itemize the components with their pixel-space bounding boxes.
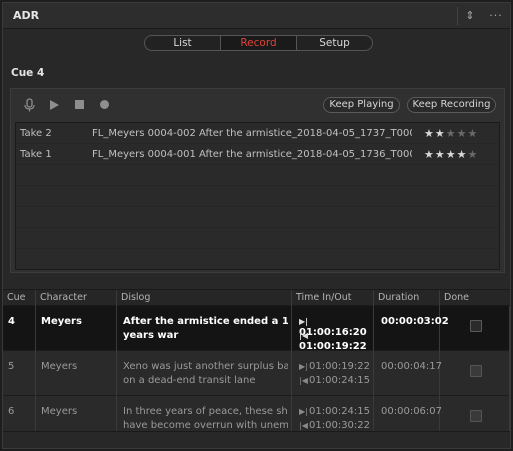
header-time-in-out[interactable]: Time In/Out bbox=[292, 290, 374, 307]
record-icon[interactable] bbox=[97, 98, 111, 112]
character-name: Meyers bbox=[41, 361, 78, 372]
table-row[interactable]: 5 Meyers Xeno was just another surplus b… bbox=[3, 351, 510, 396]
cue-table: Cue Character Dislog Time In/Out Duratio… bbox=[3, 289, 510, 441]
tab-list[interactable]: List bbox=[145, 36, 221, 50]
star-icon[interactable]: ★ bbox=[435, 127, 446, 140]
star-icon[interactable]: ★ bbox=[468, 127, 479, 140]
star-icon[interactable]: ★ bbox=[424, 127, 435, 140]
table-footer bbox=[3, 431, 510, 448]
mark-in-icon: ▶| bbox=[299, 407, 308, 416]
take-name: Take 2 bbox=[20, 128, 52, 139]
mark-out-icon: |◀ bbox=[299, 421, 308, 430]
cue-number: 5 bbox=[8, 361, 15, 372]
duration: 00:00:03:02 bbox=[381, 316, 449, 327]
stop-icon[interactable] bbox=[72, 98, 86, 112]
play-icon[interactable] bbox=[47, 98, 61, 112]
more-options-icon[interactable]: ··· bbox=[487, 8, 505, 24]
mark-out-icon: |◀ bbox=[299, 376, 308, 385]
done-checkbox[interactable] bbox=[470, 365, 482, 377]
time-out: |◀01:00:30:22 bbox=[299, 420, 371, 431]
cue-number: 6 bbox=[8, 406, 15, 417]
star-icon[interactable]: ★ bbox=[446, 127, 457, 140]
header-done[interactable]: Done bbox=[440, 290, 510, 307]
transport-controls: Keep Playing Keep Recording bbox=[11, 89, 504, 120]
cue-number: 4 bbox=[8, 316, 15, 327]
title-divider bbox=[457, 7, 458, 25]
adr-panel: ADR ⇕ ··· List Record Setup Cue 4 Keep P… bbox=[2, 2, 511, 449]
star-icon[interactable]: ★ bbox=[424, 148, 435, 161]
expand-collapse-icon[interactable]: ⇕ bbox=[461, 8, 479, 24]
done-checkbox[interactable] bbox=[470, 320, 482, 332]
character-name: Meyers bbox=[41, 406, 78, 417]
star-rating[interactable]: ★★★★★ bbox=[424, 144, 478, 165]
done-checkbox[interactable] bbox=[470, 410, 482, 422]
star-icon[interactable]: ★ bbox=[468, 148, 479, 161]
header-cue[interactable]: Cue bbox=[3, 290, 36, 307]
keep-playing-button[interactable]: Keep Playing bbox=[323, 97, 400, 113]
star-icon[interactable]: ★ bbox=[446, 148, 457, 161]
mode-tabs: List Record Setup bbox=[144, 35, 373, 51]
character-name: Meyers bbox=[41, 316, 82, 327]
time-out: |◀01:00:24:15 bbox=[299, 375, 371, 386]
duration: 00:00:04:17 bbox=[381, 361, 443, 372]
tab-record[interactable]: Record bbox=[221, 36, 297, 50]
microphone-icon[interactable] bbox=[23, 98, 37, 112]
dialog-text: Xeno was just another surplus base on a d… bbox=[123, 361, 288, 386]
header-dialog[interactable]: Dislog bbox=[117, 290, 292, 307]
cue-title: Cue 4 bbox=[11, 67, 45, 79]
star-icon[interactable]: ★ bbox=[457, 127, 468, 140]
table-header: Cue Character Dislog Time In/Out Duratio… bbox=[3, 289, 510, 307]
mark-out-icon: |◀ bbox=[299, 331, 309, 340]
time-in: ▶|01:00:24:15 bbox=[299, 406, 371, 417]
time-out: |◀01:00:19:22 bbox=[299, 331, 367, 352]
mark-in-icon: ▶| bbox=[299, 317, 309, 326]
header-character[interactable]: Character bbox=[36, 290, 117, 307]
star-rating[interactable]: ★★★★★ bbox=[424, 123, 478, 144]
take-row[interactable]: Take 1 FL_Meyers 0004-001 After the armi… bbox=[16, 144, 499, 165]
tab-setup[interactable]: Setup bbox=[297, 36, 372, 50]
record-area: Keep Playing Keep Recording Take 2 FL_Me… bbox=[10, 88, 505, 273]
time-in: ▶|01:00:19:22 bbox=[299, 361, 371, 372]
dialog-text: After the armistice ended a 120 years war bbox=[123, 316, 288, 341]
star-icon[interactable]: ★ bbox=[435, 148, 446, 161]
takes-list: Take 2 FL_Meyers 0004-002 After the armi… bbox=[15, 122, 500, 270]
panel-title: ADR bbox=[13, 9, 40, 22]
take-file-name: FL_Meyers 0004-001 After the armistice_2… bbox=[92, 149, 412, 160]
star-icon[interactable]: ★ bbox=[457, 148, 468, 161]
dialog-text: In three years of peace, these ships have… bbox=[123, 406, 288, 431]
keep-recording-button[interactable]: Keep Recording bbox=[407, 97, 496, 113]
mark-in-icon: ▶| bbox=[299, 362, 308, 371]
take-file-name: FL_Meyers 0004-002 After the armistice_2… bbox=[92, 128, 412, 139]
take-name: Take 1 bbox=[20, 149, 52, 160]
title-bar: ADR ⇕ ··· bbox=[3, 3, 510, 29]
header-duration[interactable]: Duration bbox=[374, 290, 440, 307]
duration: 00:00:06:07 bbox=[381, 406, 443, 417]
table-row[interactable]: 4 Meyers After the armistice ended a 120… bbox=[3, 306, 510, 352]
take-row[interactable]: Take 2 FL_Meyers 0004-002 After the armi… bbox=[16, 123, 499, 144]
